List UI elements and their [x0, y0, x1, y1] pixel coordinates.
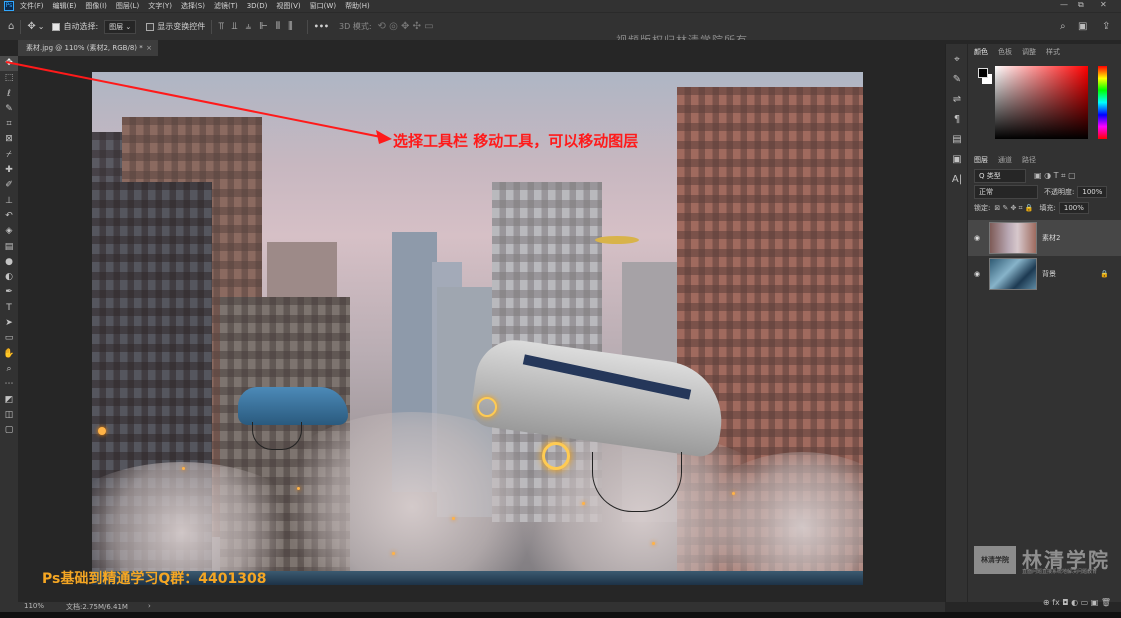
visibility-eye-icon[interactable]: ◉ [974, 234, 984, 242]
lock-label: 锁定: [974, 204, 991, 212]
layer-name: 背景 [1042, 270, 1056, 278]
fill-label: 填充: [1039, 204, 1056, 212]
zoom-level[interactable]: 110% [24, 602, 44, 610]
color-field[interactable] [995, 66, 1088, 139]
adjustments-icon[interactable]: ⇌ [946, 90, 968, 110]
tab-layers[interactable]: 图层 [974, 155, 988, 165]
blend-mode-dropdown[interactable]: 正常 [974, 185, 1038, 199]
foreground-color-swatch[interactable] [978, 68, 988, 78]
layers-panel: 图层 通道 路径 Q 类型 ▣ ◑ T ⌗ ▢ 正常 不透明度: 100% 锁定… [968, 152, 1121, 292]
lock-icons[interactable]: ⊠ ✎ ✥ ⌗ 🔒 [994, 204, 1033, 213]
tab-adjustments[interactable]: 调整 [1022, 47, 1036, 57]
os-taskbar [0, 612, 1121, 618]
layer-name: 素材2 [1042, 234, 1061, 242]
brand-subtitle: 直面问题直接系统地解决问题教育 [1022, 569, 1098, 575]
layer-row-sucai2[interactable]: ◉ 素材2 [968, 220, 1121, 256]
arrow-head [376, 130, 392, 144]
lock-icon: 🔒 [1100, 270, 1109, 278]
history-panel-icon[interactable]: ⌖ [946, 50, 968, 70]
tab-color[interactable]: 颜色 [974, 47, 988, 57]
right-panel: 颜色 色板 调整 样式 图层 通道 路径 Q 类型 ▣ ◑ T ⌗ ▢ 正常 不… [968, 44, 1121, 607]
hue-slider[interactable] [1098, 66, 1107, 139]
arrow-line [5, 61, 387, 139]
panel-icon-strip: ⌖ ✎ ⇌ ¶ ▤ ▣ A| [945, 44, 967, 602]
fill-value[interactable]: 100% [1058, 202, 1089, 214]
libraries-icon[interactable]: ▣ [946, 150, 968, 170]
filter-icons[interactable]: ▣ ◑ T ⌗ ▢ [1034, 171, 1076, 181]
tab-channels[interactable]: 通道 [998, 155, 1012, 165]
lock-fill-row: 锁定: ⊠ ✎ ✥ ⌗ 🔒 填充: 100% [968, 200, 1121, 216]
brand-logo: 林清学院 [974, 546, 1016, 574]
layer-kind-filter[interactable]: Q 类型 [974, 169, 1026, 183]
annotation-text: 选择工具栏 移动工具，可以移动图层 [393, 132, 639, 150]
layers-panel-tabs: 图层 通道 路径 [968, 152, 1121, 168]
layer-thumbnail [989, 222, 1037, 254]
status-bar: 110% 文档:2.75M/6.41M › [0, 602, 945, 612]
layer-filter-row: Q 类型 ▣ ◑ T ⌗ ▢ [968, 168, 1121, 184]
blend-opacity-row: 正常 不透明度: 100% [968, 184, 1121, 200]
tab-paths[interactable]: 路径 [1022, 155, 1036, 165]
visibility-eye-icon[interactable]: ◉ [974, 270, 984, 278]
layer-thumbnail [989, 258, 1037, 290]
opacity-label: 不透明度: [1044, 188, 1075, 196]
qgroup-overlay-text: Ps基础到精通学习Q群：4401308 [42, 571, 267, 587]
paragraph-icon[interactable]: ¶ [946, 110, 968, 130]
tab-swatches[interactable]: 色板 [998, 47, 1012, 57]
layer-row-background[interactable]: ◉ 背景 🔒 [968, 256, 1121, 292]
tab-styles[interactable]: 样式 [1046, 47, 1060, 57]
character-icon[interactable]: A| [946, 170, 968, 190]
layer-footer-icons[interactable]: ⊕ fx ◘ ◐ ▭ ▣ 🗑 [968, 598, 1121, 607]
properties-icon[interactable]: ▤ [946, 130, 968, 150]
document-size[interactable]: 文档:2.75M/6.41M [66, 602, 128, 612]
opacity-value[interactable]: 100% [1077, 186, 1108, 198]
color-panel-tabs: 颜色 色板 调整 样式 [968, 44, 1121, 60]
brush-settings-icon[interactable]: ✎ [946, 70, 968, 90]
status-chevron-icon[interactable]: › [148, 602, 151, 610]
